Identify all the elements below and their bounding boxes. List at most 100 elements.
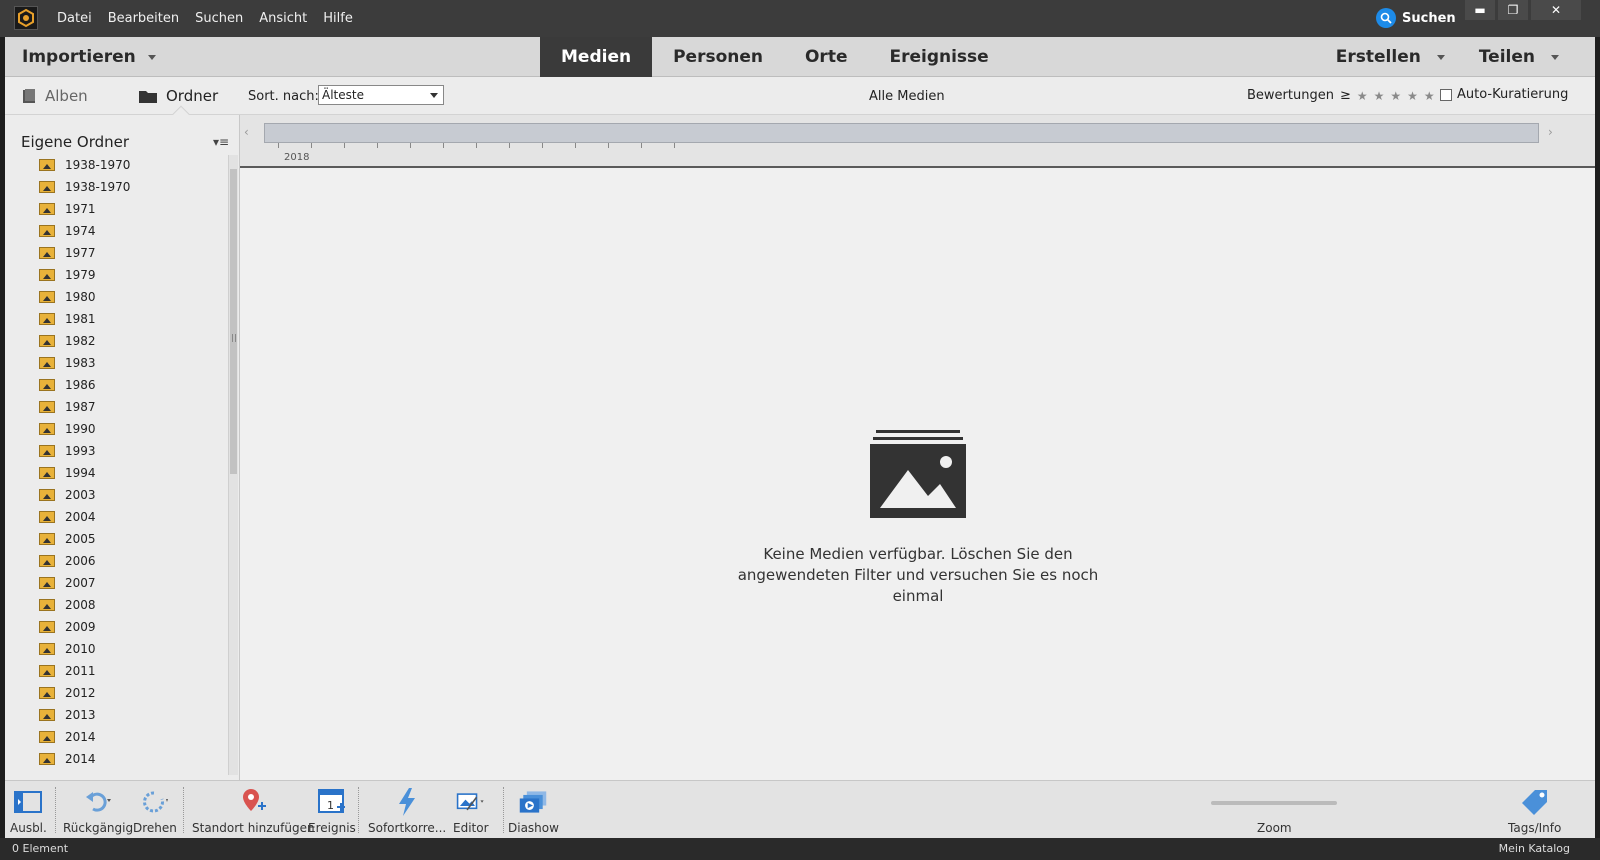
chevron-right-icon[interactable]: › [1548,125,1553,139]
tab-pointer [172,105,190,123]
folder-item[interactable]: 2008 [5,594,227,616]
zoom-slider[interactable] [1211,801,1337,805]
folder-image-icon [39,709,55,721]
folder-item[interactable]: 1981 [5,308,227,330]
menu-bearbeiten[interactable]: Bearbeiten [108,11,179,26]
import-button[interactable]: Importieren [22,47,156,67]
folder-item[interactable]: 2003 [5,484,227,506]
grip-icon [232,334,236,342]
restore-button[interactable]: ❐ [1498,0,1528,20]
folder-image-icon [39,599,55,611]
rating-stars[interactable]: ★★★★★ [1357,89,1441,103]
minimize-button[interactable]: ▬ [1465,0,1495,20]
media-toolbar: Sort. nach: Älteste Alle Medien Bewertun… [240,77,1595,115]
folder-image-icon [39,225,55,237]
import-label: Importieren [22,47,136,67]
folder-item[interactable]: 2012 [5,682,227,704]
share-label: Teilen [1478,47,1535,67]
title-bar: Datei Bearbeiten Suchen Ansicht Hilfe Su… [0,0,1600,37]
catalog-name[interactable]: Mein Katalog [1499,842,1570,855]
left-panel-tabs: Alben Ordner [5,77,240,123]
tab-medien[interactable]: Medien [540,37,653,77]
folder-item[interactable]: 2005 [5,528,227,550]
empty-media-icon [870,430,966,518]
folder-item[interactable]: 1974 [5,220,227,242]
folder-item[interactable]: 1993 [5,440,227,462]
folder-item[interactable]: 1971 [5,198,227,220]
quickfix-label: Sofortkorre... [368,821,447,835]
folder-item[interactable]: 1938-1970 [5,154,227,176]
folder-label: 2006 [65,554,96,568]
tab-folders[interactable]: Ordner [138,87,218,105]
auto-curation-toggle[interactable]: Auto-Kuratierung [1440,87,1568,102]
panel-options-icon[interactable]: ▾≡ [213,135,229,149]
folder-list: 1938-1970 1938-1970 1971 1974 1977 1979 1980 19… [5,154,227,774]
event-button[interactable]: 1 Ereignis [308,787,356,835]
tab-folders-label: Ordner [166,87,219,105]
slideshow-button[interactable]: Diashow [508,787,559,835]
folder-image-icon [39,621,55,633]
tags-info-button[interactable]: Tags/Info [1508,787,1561,835]
timeline-track[interactable] [264,123,1539,143]
quickfix-button[interactable]: Sofortkorre... [368,787,446,835]
add-location-button[interactable]: Standort hinzufügen [192,787,315,835]
menu-ansicht[interactable]: Ansicht [259,11,307,26]
folder-item[interactable]: 2011 [5,660,227,682]
folder-item[interactable]: 2010 [5,638,227,660]
chevron-left-icon[interactable]: ‹ [244,125,249,139]
folder-item[interactable]: 2014 [5,726,227,748]
sort-select[interactable]: Älteste [318,85,444,105]
location-pin-icon [238,787,268,817]
folder-item[interactable]: 2009 [5,616,227,638]
folder-item[interactable]: 2006 [5,550,227,572]
folder-label: 1982 [65,334,96,348]
separator [503,787,504,833]
tab-personen[interactable]: Personen [652,37,784,77]
scrollbar-thumb[interactable] [230,169,237,474]
folder-item[interactable]: 1979 [5,264,227,286]
folder-image-icon [39,181,55,193]
folder-item[interactable]: 2004 [5,506,227,528]
rating-filter: Bewertungen ≥ ★★★★★ [1247,88,1441,103]
folder-item[interactable]: 1986 [5,374,227,396]
folder-label: 2010 [65,642,96,656]
folder-image-icon [39,577,55,589]
folder-item[interactable]: 1938-1970 [5,176,227,198]
folder-item[interactable]: 1980 [5,286,227,308]
folder-image-icon [39,423,55,435]
folder-label: 2009 [65,620,96,634]
tab-orte[interactable]: Orte [784,37,869,77]
folder-item[interactable]: 1990 [5,418,227,440]
folder-item[interactable]: 1994 [5,462,227,484]
folder-label: 1986 [65,378,96,392]
folder-item[interactable]: 1982 [5,330,227,352]
hide-panel-button[interactable]: Ausbl. [10,787,47,835]
menu-hilfe[interactable]: Hilfe [323,11,353,26]
search-button[interactable]: Suchen [1376,7,1456,29]
folder-item[interactable]: 2013 [5,704,227,726]
undo-button[interactable]: Rückgängig [63,787,133,835]
folder-image-icon [39,511,55,523]
share-button[interactable]: Teilen [1479,47,1559,67]
folder-item[interactable]: 1983 [5,352,227,374]
tab-ereignisse[interactable]: Ereignisse [868,37,1009,77]
folder-item[interactable]: 2014 [5,748,227,770]
menu-suchen[interactable]: Suchen [195,11,243,26]
folder-scrollbar[interactable] [228,155,238,775]
calendar-icon: 1 [317,787,347,817]
folder-image-icon [39,159,55,171]
folder-item[interactable]: 1977 [5,242,227,264]
slideshow-icon [518,787,548,817]
tab-albums[interactable]: Alben [21,87,88,105]
folder-item[interactable]: 2007 [5,572,227,594]
editor-button[interactable]: Editor [453,787,489,835]
folder-image-icon [39,401,55,413]
auto-curation-checkbox[interactable] [1440,88,1452,101]
rotate-button[interactable]: Drehen [133,787,177,835]
menu-datei[interactable]: Datei [57,11,92,26]
folder-label: 1938-1970 [65,158,131,172]
create-button[interactable]: Erstellen [1336,47,1445,67]
add-location-label: Standort hinzufügen [192,821,315,835]
folder-item[interactable]: 1987 [5,396,227,418]
close-button[interactable]: ✕ [1531,0,1581,20]
